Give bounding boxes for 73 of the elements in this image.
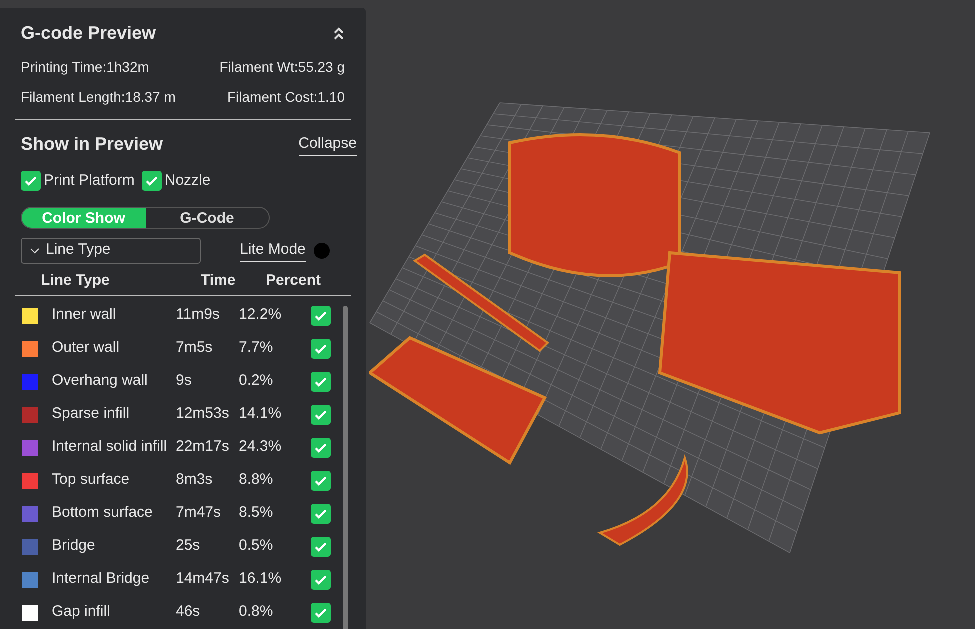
checkbox[interactable] (21, 171, 41, 192)
line-type-name: Bridge (52, 536, 96, 556)
time-cell-text: 7m5s (176, 338, 214, 358)
checkbox[interactable] (311, 404, 331, 424)
chevron-down-icon (30, 248, 40, 254)
collapse-link[interactable]: Collapse (298, 132, 357, 156)
scrollbar[interactable] (343, 306, 348, 629)
checkmark-icon (314, 506, 328, 520)
column-header: Time (201, 270, 237, 290)
time-cell-text: 9s (176, 371, 193, 392)
lite-mode-switch[interactable] (314, 242, 330, 258)
checkbox[interactable] (311, 570, 331, 590)
time-cell-text: 22m17s (176, 437, 230, 458)
percent-cell-text: 7.7% (239, 338, 274, 358)
checkmark-icon (314, 342, 328, 356)
time-cell-text: 8m3s (176, 470, 214, 490)
panel-title: G-code Preview (21, 22, 156, 45)
checkmark-icon (314, 308, 328, 322)
line-type-name: Top surface (52, 470, 131, 490)
checkmark-icon (314, 474, 328, 488)
column-header: Line Type (41, 270, 111, 290)
checkbox[interactable] (311, 306, 331, 326)
checkbox-label: Nozzle (164, 171, 211, 191)
line-type-name: Overhang wall (52, 371, 149, 392)
percent-cell-text: 8.8% (239, 470, 274, 490)
percent-cell-text: 0.2% (239, 371, 274, 392)
checkmark-icon (24, 174, 38, 188)
checkmark-icon (314, 408, 328, 422)
percent-cell-text: 12.2% (239, 305, 283, 326)
time-cell-text: 46s (176, 602, 202, 622)
stat-text: Printing Time:1h32m (21, 58, 150, 77)
column-header: Percent (266, 270, 322, 290)
percent-cell-text: 14.1% (239, 404, 283, 424)
stat-text: Filament Cost:1.10 (228, 88, 345, 107)
time-cell-text: 14m47s (176, 569, 230, 590)
percent-cell-text: 16.1% (239, 569, 283, 590)
stat-text: Filament Length:18.37 m (21, 88, 177, 107)
percent-cell-text: 24.3% (239, 437, 283, 458)
line-type-name: Internal solid infill (52, 437, 168, 458)
checkmark-icon (144, 174, 159, 188)
checkbox[interactable] (311, 536, 331, 556)
time-cell-text: 25s (176, 536, 202, 556)
line-type-name: Inner wall (52, 305, 118, 326)
time-cell-text: 12m53s (176, 404, 230, 424)
stat-text: Filament Wt:55.23 g (220, 58, 345, 77)
view-tab[interactable]: G-Code (146, 208, 269, 228)
checkbox[interactable] (311, 438, 331, 458)
line-type-dropdown[interactable]: Line Type (21, 238, 201, 264)
lite-mode-link[interactable]: Lite Mode (240, 238, 306, 262)
checkmark-icon (314, 606, 328, 620)
time-cell-text: 7m47s (176, 503, 222, 524)
time-cell-text: 11m9s (176, 305, 221, 326)
line-type-name: Internal Bridge (52, 569, 151, 590)
checkbox-label: Print Platform (44, 171, 135, 191)
checkmark-icon (314, 540, 328, 554)
checkmark-icon (314, 374, 328, 388)
percent-cell-text: 8.5% (239, 503, 274, 524)
checkbox[interactable] (311, 470, 331, 490)
section-title: Show in Preview (21, 133, 164, 156)
checkbox[interactable] (311, 504, 331, 524)
checkbox[interactable] (142, 171, 162, 192)
checkbox[interactable] (311, 338, 331, 358)
percent-cell-text: 0.5% (239, 536, 274, 556)
checkmark-icon (314, 572, 328, 586)
checkmark-icon (314, 440, 328, 454)
checkbox[interactable] (311, 372, 331, 392)
line-type-name: Sparse infill (52, 404, 131, 424)
checkbox[interactable] (311, 602, 331, 622)
line-type-name: Outer wall (52, 338, 121, 358)
collapse-chevrons-icon[interactable] (333, 26, 345, 40)
line-type-name: Bottom surface (52, 503, 154, 524)
line-type-name: Gap infill (52, 602, 112, 622)
percent-cell-text: 0.8% (239, 602, 274, 622)
